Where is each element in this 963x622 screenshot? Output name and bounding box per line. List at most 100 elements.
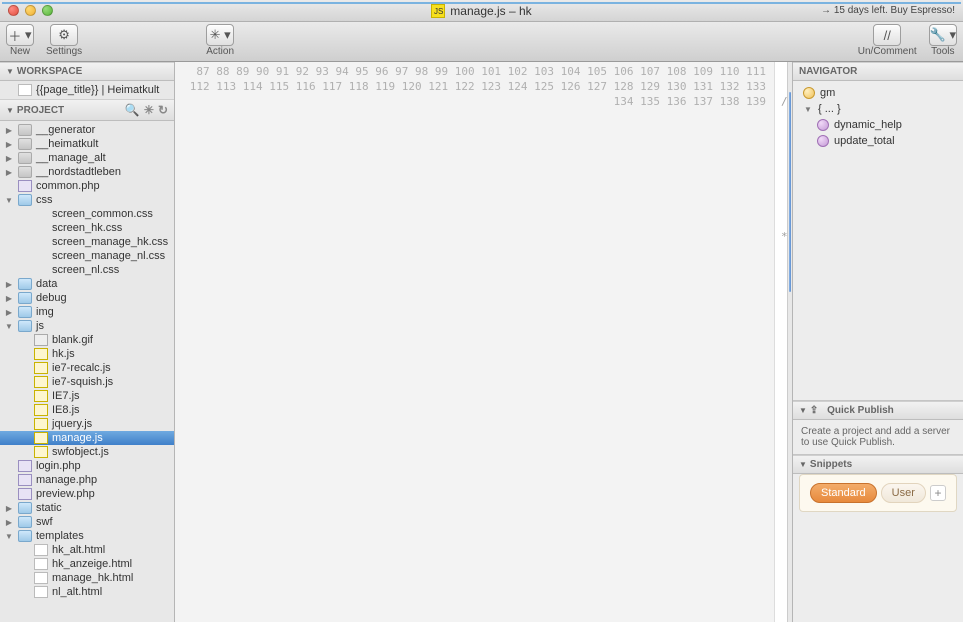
navigator-item[interactable]: dynamic_help	[793, 117, 963, 133]
code-editor[interactable]: 87 88 89 90 91 92 93 94 95 96 97 98 99 1…	[175, 62, 793, 622]
uncomment-button[interactable]: //	[873, 24, 901, 46]
disclosure-icon[interactable]	[4, 294, 14, 303]
code-area[interactable]: bottom -= overflow; } /* // Height of wi…	[775, 62, 787, 622]
workspace-heading[interactable]: ▼ WORKSPACE	[0, 62, 174, 81]
disclosure-icon[interactable]	[4, 518, 14, 527]
tree-item[interactable]: common.php	[0, 179, 174, 193]
upload-icon: ⇪	[810, 405, 818, 416]
tree-item[interactable]: preview.php	[0, 487, 174, 501]
tree-item[interactable]: swfobject.js	[0, 445, 174, 459]
project-heading[interactable]: ▼ PROJECT 🔍 ✳ ↻	[0, 99, 174, 121]
trial-notice[interactable]: → 15 days left. Buy Espresso!	[821, 5, 955, 16]
css-icon	[34, 236, 48, 248]
snippets-tab-standard[interactable]: Standard	[810, 483, 877, 503]
tree-item[interactable]: debug	[0, 291, 174, 305]
gear-icon[interactable]: ✳	[144, 103, 154, 117]
right-sidebar: NAVIGATOR gm{ ... }dynamic_helpupdate_to…	[793, 62, 963, 622]
tree-item-label: login.php	[36, 460, 81, 472]
tree-item-label: css	[36, 194, 53, 206]
disclosure-icon[interactable]	[4, 168, 14, 177]
navigator-item[interactable]: { ... }	[793, 101, 963, 117]
add-snippet-button[interactable]: +	[930, 485, 946, 501]
tree-item[interactable]: data	[0, 277, 174, 291]
tree-item[interactable]: nl_alt.html	[0, 585, 174, 599]
tree-item[interactable]: hk_anzeige.html	[0, 557, 174, 571]
tree-item-label: ie7-recalc.js	[52, 362, 111, 374]
tree-item[interactable]: css	[0, 193, 174, 207]
tree-item-label: swf	[36, 516, 53, 528]
tree-item[interactable]: IE8.js	[0, 403, 174, 417]
tree-item-label: hk_alt.html	[52, 544, 105, 556]
search-icon[interactable]: 🔍	[125, 103, 140, 117]
tree-item[interactable]: manage.js	[0, 431, 174, 445]
tree-item[interactable]: screen_manage_nl.css	[0, 249, 174, 263]
disclosure-icon[interactable]	[4, 322, 14, 331]
tree-item-label: manage.js	[52, 432, 103, 444]
css-icon	[34, 208, 48, 220]
tree-item-label: nl_alt.html	[52, 586, 102, 598]
tree-item[interactable]: login.php	[0, 459, 174, 473]
tree-item[interactable]: templates	[0, 529, 174, 543]
navigator-heading[interactable]: NAVIGATOR	[793, 62, 963, 81]
page-icon	[18, 84, 32, 96]
tree-item[interactable]: blank.gif	[0, 333, 174, 347]
folder-dim-icon	[18, 166, 32, 178]
tools-button[interactable]: 🔧 ▾	[929, 24, 957, 46]
disclosure-icon[interactable]	[4, 280, 14, 289]
tree-item[interactable]: __manage_alt	[0, 151, 174, 165]
new-button[interactable]: ＋ ▾	[6, 24, 34, 46]
tree-item[interactable]: hk.js	[0, 347, 174, 361]
tree-item-label: manage_hk.html	[52, 572, 133, 584]
tree-item[interactable]: screen_nl.css	[0, 263, 174, 277]
action-label: Action	[206, 46, 234, 57]
disclosure-icon[interactable]	[4, 154, 14, 163]
tree-item[interactable]: manage_hk.html	[0, 571, 174, 585]
folder-icon	[18, 292, 32, 304]
tree-item[interactable]: jquery.js	[0, 417, 174, 431]
tree-item[interactable]: __generator	[0, 123, 174, 137]
tree-item[interactable]: __heimatkult	[0, 137, 174, 151]
tree-item[interactable]: screen_hk.css	[0, 221, 174, 235]
snippets-heading[interactable]: ▼ Snippets	[793, 455, 963, 474]
quick-publish-heading[interactable]: ▼ ⇪ Quick Publish	[793, 401, 963, 420]
tree-item-label: __generator	[36, 124, 95, 136]
tree-item[interactable]: img	[0, 305, 174, 319]
settings-label: Settings	[46, 46, 82, 57]
tree-item[interactable]: js	[0, 319, 174, 333]
settings-button[interactable]: ⚙	[50, 24, 78, 46]
folder-icon	[18, 530, 32, 542]
disclosure-icon[interactable]	[4, 196, 14, 205]
action-button[interactable]: ✳ ▾	[206, 24, 234, 46]
tree-item[interactable]: hk_alt.html	[0, 543, 174, 557]
tree-item[interactable]: IE7.js	[0, 389, 174, 403]
tree-item[interactable]: __nordstadtleben	[0, 165, 174, 179]
disclosure-icon[interactable]	[4, 126, 14, 135]
navigator-item[interactable]: gm	[793, 85, 963, 101]
php-icon	[18, 474, 32, 486]
scroll-thumb[interactable]	[789, 92, 791, 292]
html-icon	[34, 558, 48, 570]
tree-item[interactable]: ie7-recalc.js	[0, 361, 174, 375]
tree-item-label: js	[36, 320, 44, 332]
workspace-item[interactable]: {{page_title}} | Heimatkult	[0, 83, 174, 97]
tree-item-label: hk.js	[52, 348, 75, 360]
tree-item[interactable]: screen_manage_hk.css	[0, 235, 174, 249]
php-icon	[18, 180, 32, 192]
refresh-icon[interactable]: ↻	[158, 103, 168, 117]
disclosure-icon[interactable]	[4, 532, 14, 541]
tree-item[interactable]: ie7-squish.js	[0, 375, 174, 389]
tree-item[interactable]: static	[0, 501, 174, 515]
tree-item-label: manage.php	[36, 474, 97, 486]
vertical-scrollbar[interactable]	[787, 62, 792, 622]
tree-item[interactable]: screen_common.css	[0, 207, 174, 221]
tree-item[interactable]: manage.php	[0, 473, 174, 487]
disclosure-icon[interactable]	[4, 504, 14, 513]
folder-icon	[18, 320, 32, 332]
disclosure-icon[interactable]	[4, 140, 14, 149]
snippets-tab-user[interactable]: User	[881, 483, 926, 503]
navigator-item[interactable]: update_total	[793, 133, 963, 149]
css-icon	[34, 250, 48, 262]
tree-item[interactable]: swf	[0, 515, 174, 529]
html-icon	[34, 586, 48, 598]
disclosure-icon[interactable]	[4, 308, 14, 317]
